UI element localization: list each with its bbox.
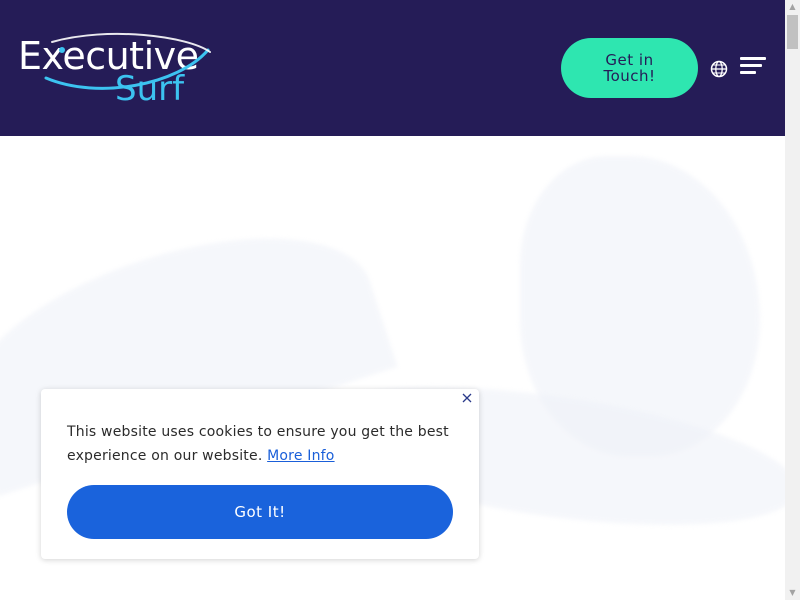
site-header: Executive Surf Get in Touch!: [0, 0, 785, 136]
scroll-down-arrow-icon[interactable]: ▼: [785, 586, 800, 600]
logo-wordmark-surf: Surf: [115, 69, 185, 109]
more-info-link[interactable]: More Info: [267, 448, 334, 464]
globe-icon[interactable]: [710, 60, 728, 78]
cookie-consent-banner: This website uses cookies to ensure you …: [41, 389, 479, 559]
scroll-up-arrow-icon[interactable]: ▲: [785, 0, 800, 14]
site-logo[interactable]: Executive Surf: [18, 28, 211, 110]
close-icon[interactable]: [461, 392, 473, 404]
page-scrollbar[interactable]: ▲ ▼: [785, 0, 800, 600]
get-in-touch-button[interactable]: Get in Touch!: [561, 38, 698, 98]
scroll-thumb[interactable]: [787, 15, 798, 49]
accept-cookies-button[interactable]: Got It!: [67, 485, 453, 539]
hamburger-menu-icon[interactable]: [740, 55, 766, 77]
cookie-message-text: This website uses cookies to ensure you …: [67, 424, 449, 464]
cookie-message: This website uses cookies to ensure you …: [67, 420, 462, 468]
